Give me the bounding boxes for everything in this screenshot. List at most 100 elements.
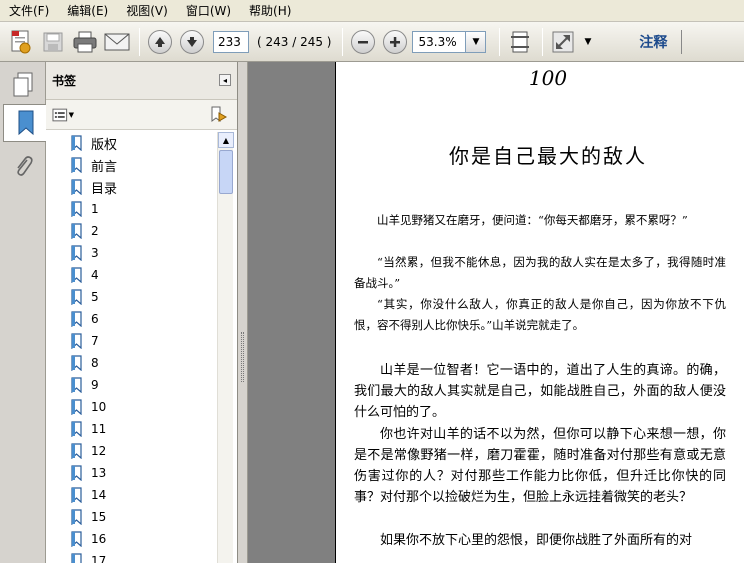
toolbar-gripper	[681, 29, 685, 54]
bookmark-label: 17	[91, 554, 107, 563]
fit-page-button[interactable]	[505, 27, 535, 57]
menu-file[interactable]: 文件(F)	[4, 1, 54, 21]
toolbar-separator	[542, 27, 544, 56]
page-number-input[interactable]: 233	[213, 30, 249, 53]
document-page: 100 你是自己最大的敌人 山羊见野猪又在磨牙，便问道：“你每天都磨牙，累不累呀…	[335, 62, 744, 563]
bookmark-label: 11	[91, 422, 107, 436]
bookmark-item[interactable]: 13	[46, 462, 218, 484]
bookmark-label: 7	[91, 334, 99, 348]
bookmark-item[interactable]: 14	[46, 484, 218, 506]
page-number-heading: 100	[528, 66, 568, 90]
bookmark-item[interactable]: 目录	[46, 176, 218, 198]
bookmark-label: 10	[91, 400, 107, 414]
bookmark-icon	[71, 223, 82, 239]
options-icon	[52, 108, 68, 121]
paragraph: 你也许对山羊的话不以为然，但你可以静下心来想一想，你是不是常像野猪一样，磨刀霍霍…	[354, 427, 726, 505]
chevron-left-icon: ◂	[222, 75, 227, 85]
bookmark-item[interactable]: 前言	[46, 154, 218, 176]
bookmark-label: 16	[91, 532, 107, 546]
scrollbar-thumb[interactable]	[219, 150, 233, 194]
bookmark-item[interactable]: 9	[46, 374, 218, 396]
bookmark-label: 3	[91, 246, 99, 260]
bookmarks-panel: 书签 ◂ ▼ 版权 前言 目录 1 2 3 4 5 6 7 8 9 10 11 12 13 14 15 16 17 ▲	[46, 62, 238, 563]
panel-title: 书签	[52, 74, 77, 88]
menu-view[interactable]: 视图(V)	[121, 1, 173, 21]
save-icon	[43, 32, 63, 51]
bookmark-icon	[18, 110, 33, 136]
bookmark-item[interactable]: 2	[46, 220, 218, 242]
splitter-grip[interactable]	[241, 332, 244, 382]
expand-icon	[552, 31, 574, 52]
fit-page-icon	[511, 31, 530, 52]
toolbar-options-icon[interactable]: ▼	[584, 37, 591, 47]
bookmark-item[interactable]: 3	[46, 242, 218, 264]
bookmark-item[interactable]: 7	[46, 330, 218, 352]
annotate-button[interactable]: 注释	[639, 32, 667, 52]
bookmark-item[interactable]: 11	[46, 418, 218, 440]
bookmark-label: 12	[91, 444, 107, 458]
bookmark-icon	[71, 421, 82, 437]
bookmark-icon	[71, 157, 82, 173]
attachments-tab[interactable]	[4, 148, 42, 186]
bookmark-icon	[71, 267, 82, 283]
bookmark-icon	[71, 399, 82, 415]
bookmark-list-scrollbar[interactable]: ▲	[217, 132, 234, 563]
create-pdf-icon	[11, 30, 31, 53]
bookmark-item[interactable]: 17	[46, 550, 218, 563]
zoom-level-input[interactable]: 53.3%	[412, 30, 467, 53]
menu-help[interactable]: 帮助(H)	[244, 1, 296, 21]
new-bookmark-button[interactable]	[209, 106, 228, 127]
bookmarks-tab[interactable]	[3, 104, 47, 142]
minus-icon	[351, 29, 376, 54]
scroll-up-button[interactable]: ▲	[218, 132, 234, 148]
page-count: ( 243 / 245 )	[257, 34, 332, 49]
paragraph: 山羊见野猪又在磨牙，便问道：“你每天都磨牙，累不累呀？”	[377, 213, 688, 227]
bookmark-item[interactable]: 4	[46, 264, 218, 286]
bookmark-label: 4	[91, 268, 99, 282]
panel-collapse-button[interactable]: ◂	[219, 74, 231, 86]
menu-bar: 文件(F) 编辑(E) 视图(V) 窗口(W) 帮助(H)	[0, 0, 744, 22]
next-page-button[interactable]	[177, 27, 207, 57]
full-screen-button[interactable]	[548, 27, 578, 57]
bookmark-label: 15	[91, 510, 107, 524]
print-button[interactable]	[70, 27, 100, 57]
email-button[interactable]	[102, 27, 132, 57]
bookmark-item[interactable]: 10	[46, 396, 218, 418]
bookmark-item[interactable]: 5	[46, 286, 218, 308]
bookmark-item[interactable]: 12	[46, 440, 218, 462]
options-menu-button[interactable]: ▼	[52, 107, 74, 123]
paragraph: “其实，你没什么敌人，你真正的敌人是你自己，因为你放不下仇恨，容不得别人比你快乐…	[354, 297, 726, 332]
arrow-down-icon	[180, 29, 204, 54]
bookmark-label: 1	[91, 202, 99, 216]
envelope-icon	[104, 33, 130, 50]
bookmark-item[interactable]: 15	[46, 506, 218, 528]
bookmark-item[interactable]: 版权	[46, 132, 218, 154]
toolbar-separator	[139, 27, 140, 56]
paperclip-icon	[17, 156, 33, 176]
chevron-up-icon: ▲	[222, 135, 230, 145]
menu-edit[interactable]: 编辑(E)	[62, 1, 113, 21]
zoom-in-button[interactable]	[380, 27, 410, 57]
toolbar: 233 ( 243 / 245 ) 53.3% ▼ ▼ 注释	[0, 22, 744, 62]
previous-page-button[interactable]	[145, 27, 175, 57]
panel-toolbar: ▼	[46, 100, 237, 130]
paragraph: 山羊是一位智者！它一语中的，道出了人生的真谛。的确，我们最大的敌人其实就是自己，…	[354, 363, 726, 420]
bookmark-label: 5	[91, 290, 99, 304]
zoom-out-button[interactable]	[348, 27, 378, 57]
zoom-dropdown-button[interactable]: ▼	[466, 30, 487, 53]
menu-window[interactable]: 窗口(W)	[181, 1, 236, 21]
create-pdf-button[interactable]	[6, 27, 36, 57]
bookmark-icon	[71, 135, 82, 151]
pages-tab[interactable]	[4, 66, 42, 104]
bookmark-item[interactable]: 8	[46, 352, 218, 374]
panel-splitter[interactable]	[238, 62, 248, 563]
bookmark-item[interactable]: 16	[46, 528, 218, 550]
toolbar-separator	[499, 27, 501, 56]
bookmark-item[interactable]: 6	[46, 308, 218, 330]
document-view[interactable]: 100 你是自己最大的敌人 山羊见野猪又在磨牙，便问道：“你每天都磨牙，累不累呀…	[248, 62, 744, 563]
bookmark-icon	[71, 531, 82, 547]
bookmark-label: 前言	[91, 159, 118, 175]
chevron-down-icon: ▼	[472, 36, 480, 47]
save-button[interactable]	[38, 27, 68, 57]
bookmark-item[interactable]: 1	[46, 198, 218, 220]
